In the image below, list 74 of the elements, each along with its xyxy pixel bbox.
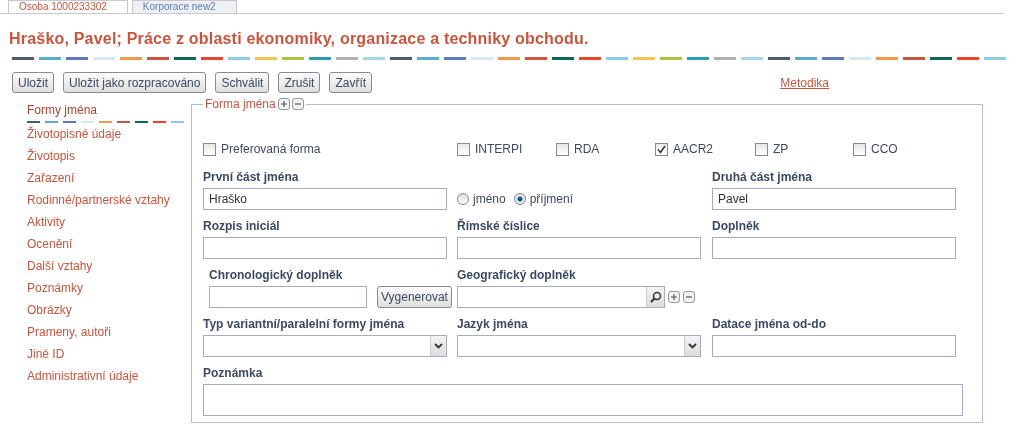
- toolbar-button[interactable]: Zrušit: [278, 72, 321, 93]
- input-field[interactable]: [712, 335, 956, 357]
- sidebar-item[interactable]: Ocenění: [27, 235, 192, 257]
- minus-icon: [293, 100, 302, 108]
- check-icon: [657, 144, 666, 154]
- field-label: Geografický doplněk: [457, 267, 577, 284]
- sidebar-item[interactable]: Rodinné/partnerské vztahy: [27, 191, 192, 213]
- minus-button[interactable]: [683, 291, 695, 303]
- sidebar-item[interactable]: Formy jména: [27, 103, 192, 123]
- section-title: Forma jména: [205, 97, 276, 111]
- checkbox[interactable]: [556, 142, 569, 156]
- input-field[interactable]: Hraško: [203, 188, 447, 210]
- field-label: Římské číslice: [457, 218, 541, 235]
- field-label: Druhá část jména: [712, 169, 814, 186]
- field-label: Jazyk jména: [457, 316, 529, 333]
- checkbox-label: INTERPI: [475, 142, 523, 156]
- toolbar-button[interactable]: Zavřít: [329, 72, 373, 93]
- toolbar-button[interactable]: Uložit: [12, 72, 54, 93]
- checkbox[interactable]: [755, 142, 768, 156]
- field-label: Rozpis iniciál: [203, 218, 281, 235]
- input-field[interactable]: Pavel: [712, 188, 956, 210]
- search-field[interactable]: [457, 286, 665, 308]
- checkbox[interactable]: [203, 142, 216, 156]
- field-label: První část jména: [203, 169, 300, 186]
- input-field[interactable]: [203, 237, 447, 259]
- checkbox[interactable]: [655, 142, 668, 156]
- field-label: Doplněk: [712, 218, 761, 235]
- field-label: Chronologický doplněk: [209, 267, 344, 284]
- checkbox[interactable]: [457, 142, 470, 156]
- plus-icon: [279, 100, 288, 108]
- generate-button[interactable]: Vygenerovat: [377, 286, 452, 308]
- sidebar-item[interactable]: Prameny, autoři: [27, 323, 192, 345]
- sidebar-item[interactable]: Zařazení: [27, 169, 192, 191]
- sidebar-item[interactable]: Životopisné údaje: [27, 125, 192, 147]
- checkbox-label: ZP: [773, 142, 789, 156]
- tab[interactable]: Osoba 1000233302: [8, 0, 128, 13]
- input-field[interactable]: [457, 237, 701, 259]
- tab[interactable]: Korporace new2: [131, 0, 237, 13]
- checkbox[interactable]: [853, 142, 866, 156]
- plus-button[interactable]: [668, 291, 680, 303]
- sidebar-item[interactable]: Poznámky: [27, 279, 192, 301]
- field-label: Datace jména od-do: [712, 316, 828, 333]
- sidebar-item[interactable]: Aktivity: [27, 213, 192, 235]
- sidebar-item[interactable]: Další vztahy: [27, 257, 192, 279]
- checkbox-label: AACR2: [673, 142, 713, 156]
- sidebar-item[interactable]: Obrázky: [27, 301, 192, 323]
- radio-button[interactable]: [457, 193, 469, 205]
- dropdown[interactable]: [457, 335, 701, 357]
- radio-button[interactable]: [513, 193, 526, 205]
- chevron-down-icon: [434, 343, 443, 349]
- checkbox-label: RDA: [574, 142, 600, 156]
- input-field[interactable]: [712, 237, 956, 259]
- plus-button[interactable]: [277, 98, 290, 110]
- sidebar-item[interactable]: Životopis: [27, 147, 192, 169]
- chevron-down-icon: [688, 343, 697, 349]
- minus-icon: [685, 293, 693, 301]
- sidebar-item[interactable]: Jiné ID: [27, 345, 192, 367]
- radio-label: jméno: [473, 192, 506, 206]
- sidebar-item[interactable]: Administrativní údaje: [27, 367, 192, 389]
- field-label: Typ variantní/paralelní formy jména: [203, 316, 406, 333]
- checkbox-label: CCO: [871, 142, 898, 156]
- minus-button[interactable]: [291, 98, 304, 110]
- toolbar-button[interactable]: Uložit jako rozpracováno: [63, 72, 207, 93]
- page-title: Hraško, Pavel; Práce z oblasti ekonomiky, organizace a techniky obchodu.: [9, 30, 590, 48]
- radio-label: příjmení: [529, 192, 574, 206]
- input-field[interactable]: [209, 286, 367, 308]
- search-icon[interactable]: [649, 291, 662, 303]
- methodology-link[interactable]: Metodika: [780, 75, 829, 90]
- field-label: Poznámka: [203, 365, 264, 382]
- dropdown[interactable]: [203, 335, 447, 357]
- toolbar-button[interactable]: Schválit: [215, 72, 270, 93]
- note-field[interactable]: [203, 384, 963, 416]
- checkbox-label: Preferovaná forma: [221, 142, 321, 156]
- plus-icon: [670, 293, 678, 301]
